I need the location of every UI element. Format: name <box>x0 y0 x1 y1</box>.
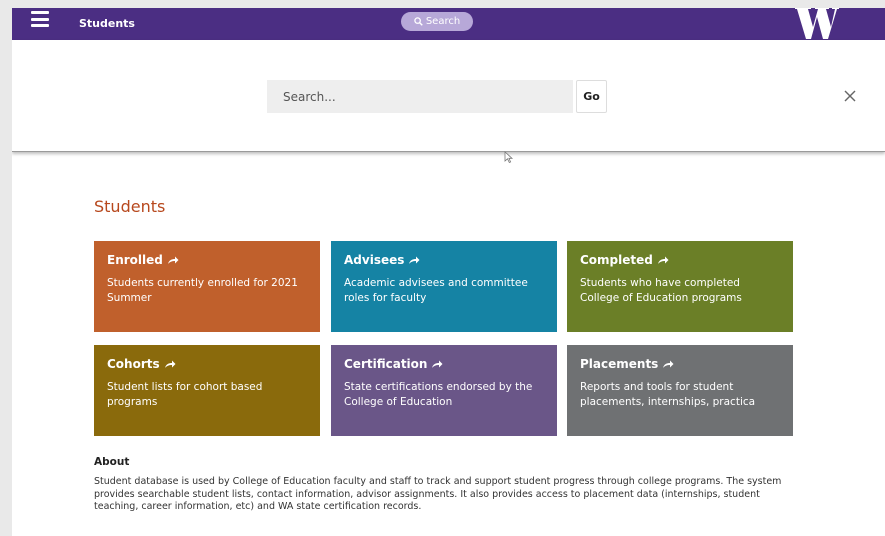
tile-title: Cohorts <box>107 357 307 371</box>
tile-description: Students currently enrolled for 2021 Sum… <box>107 277 298 304</box>
tile-title-text: Advisees <box>344 253 405 267</box>
tile-title: Enrolled <box>107 253 307 267</box>
tile-completed[interactable]: Completed Students who have completed Co… <box>567 241 793 332</box>
go-button[interactable]: Go <box>576 80 607 113</box>
arrow-right-icon <box>164 360 176 368</box>
top-bar: Students Search <box>12 8 885 40</box>
mouse-cursor <box>504 151 514 164</box>
search-input[interactable] <box>267 80 573 113</box>
tile-title-text: Cohorts <box>107 357 160 371</box>
tile-title-text: Certification <box>344 357 428 371</box>
tile-description: State certifications endorsed by the Col… <box>344 381 533 408</box>
tile-title: Advisees <box>344 253 544 267</box>
tile-certification[interactable]: Certification State certifications endor… <box>331 345 557 436</box>
header-search-button[interactable]: Search <box>401 12 473 31</box>
arrow-right-icon <box>409 256 420 264</box>
tile-cohorts[interactable]: Cohorts Student lists for cohort based p… <box>94 345 320 436</box>
arrow-right-icon <box>657 256 669 264</box>
tile-title: Certification <box>344 357 544 371</box>
tile-title-text: Placements <box>580 357 659 371</box>
tile-description: Reports and tools for student placements… <box>580 381 756 408</box>
search-icon <box>414 17 423 26</box>
arrow-right-icon <box>432 360 443 368</box>
tile-title: Placements <box>580 357 780 371</box>
tile-title-text: Enrolled <box>107 253 163 267</box>
tile-placements[interactable]: Placements Reports and tools for student… <box>567 345 793 436</box>
tile-description: Academic advisees and committee roles fo… <box>344 277 528 304</box>
about-heading: About <box>94 456 130 468</box>
tile-title-text: Completed <box>580 253 653 267</box>
search-panel: Go <box>12 40 885 152</box>
close-icon[interactable] <box>841 87 859 105</box>
tile-advisees[interactable]: Advisees Academic advisees and committee… <box>331 241 557 332</box>
uw-logo[interactable] <box>793 8 839 39</box>
about-text: Student database is used by College of E… <box>94 476 782 512</box>
menu-icon[interactable] <box>31 11 49 27</box>
tile-title: Completed <box>580 253 780 267</box>
arrow-right-icon <box>167 256 179 264</box>
section-title: Students <box>94 197 166 216</box>
tile-enrolled[interactable]: Enrolled Students currently enrolled for… <box>94 241 320 332</box>
app-title: Students <box>79 17 135 30</box>
tile-description: Students who have completed College of E… <box>580 277 742 304</box>
tile-description: Student lists for cohort based programs <box>107 381 263 408</box>
arrow-right-icon <box>663 360 674 368</box>
header-search-label: Search <box>425 16 461 27</box>
app-window: Students Search Go Students Enrolled Stu… <box>12 8 885 536</box>
